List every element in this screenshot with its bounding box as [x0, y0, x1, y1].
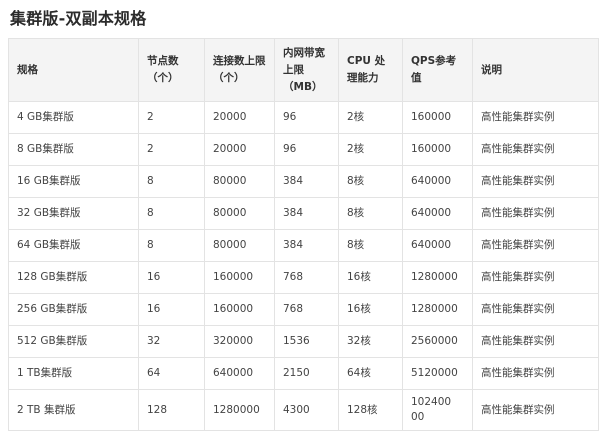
cell-qps: 10240000 — [402, 389, 473, 431]
cell-bandwidth-limit: 96 — [274, 101, 339, 134]
header-row: 规格 节点数（个） 连接数上限（个） 内网带宽上限（MB） CPU 处理能力 Q… — [8, 38, 599, 102]
table-row: 1 TB集群版 64 640000 2150 64核 5120000 高性能集群实例 — [8, 357, 599, 390]
cell-qps: 5120000 — [402, 357, 473, 390]
cell-connection-limit: 1280000 — [204, 389, 275, 431]
table-row: 16 GB集群版 8 80000 384 8核 640000 高性能集群实例 — [8, 165, 599, 198]
cell-connection-limit: 80000 — [204, 165, 275, 198]
cell-qps: 2560000 — [402, 325, 473, 358]
header-node-count: 节点数（个） — [138, 38, 205, 102]
cell-connection-limit: 20000 — [204, 101, 275, 134]
cell-qps-wrapped: 10240000 — [411, 396, 452, 423]
cell-description: 高性能集群实例 — [472, 133, 599, 166]
cell-spec: 512 GB集群版 — [8, 325, 139, 358]
cell-connection-limit: 160000 — [204, 261, 275, 294]
cell-qps: 160000 — [402, 133, 473, 166]
cell-node-count: 128 — [138, 389, 205, 431]
cell-bandwidth-limit: 96 — [274, 133, 339, 166]
cell-spec: 128 GB集群版 — [8, 261, 139, 294]
cell-connection-limit: 640000 — [204, 357, 275, 390]
table-row: 2 TB 集群版 128 1280000 4300 128核 10240000 高性能集群实… — [8, 389, 599, 431]
cell-spec: 32 GB集群版 — [8, 197, 139, 230]
cell-node-count: 8 — [138, 197, 205, 230]
cell-description: 高性能集群实例 — [472, 357, 599, 390]
cell-qps: 1280000 — [402, 261, 473, 294]
cell-connection-limit: 80000 — [204, 197, 275, 230]
cell-cpu: 16核 — [338, 293, 403, 326]
header-description: 说明 — [472, 38, 599, 102]
cell-node-count: 32 — [138, 325, 205, 358]
table-row: 8 GB集群版 2 20000 96 2核 160000 高性能集群实例 — [8, 133, 599, 166]
cell-description: 高性能集群实例 — [472, 325, 599, 358]
cell-spec: 64 GB集群版 — [8, 229, 139, 262]
cell-cpu: 2核 — [338, 133, 403, 166]
header-qps: QPS参考值 — [402, 38, 473, 102]
cell-description: 高性能集群实例 — [472, 389, 599, 431]
table-row: 256 GB集群版 16 160000 768 16核 1280000 高性能集群实例 — [8, 293, 599, 326]
table-body: 4 GB集群版 2 20000 96 2核 160000 高性能集群实例 8 GB集群版 2 20… — [8, 101, 599, 431]
cell-cpu: 64核 — [338, 357, 403, 390]
cell-bandwidth-limit: 384 — [274, 229, 339, 262]
cell-description: 高性能集群实例 — [472, 261, 599, 294]
cell-bandwidth-limit: 768 — [274, 293, 339, 326]
cell-cpu: 8核 — [338, 229, 403, 262]
cell-spec: 2 TB 集群版 — [8, 389, 139, 431]
cell-node-count: 16 — [138, 261, 205, 294]
header-bandwidth-limit: 内网带宽上限（MB） — [274, 38, 339, 102]
table-row: 32 GB集群版 8 80000 384 8核 640000 高性能集群实例 — [8, 197, 599, 230]
cell-spec: 256 GB集群版 — [8, 293, 139, 326]
cell-node-count: 64 — [138, 357, 205, 390]
cell-spec: 8 GB集群版 — [8, 133, 139, 166]
cell-qps: 640000 — [402, 197, 473, 230]
table-row: 512 GB集群版 32 320000 1536 32核 2560000 高性能集群实例 — [8, 325, 599, 358]
cell-cpu: 32核 — [338, 325, 403, 358]
cell-node-count: 2 — [138, 101, 205, 134]
table-row: 4 GB集群版 2 20000 96 2核 160000 高性能集群实例 — [8, 101, 599, 134]
cell-cpu: 8核 — [338, 197, 403, 230]
cell-description: 高性能集群实例 — [472, 165, 599, 198]
cell-spec: 1 TB集群版 — [8, 357, 139, 390]
cell-spec: 16 GB集群版 — [8, 165, 139, 198]
cell-qps: 1280000 — [402, 293, 473, 326]
cell-description: 高性能集群实例 — [472, 293, 599, 326]
cell-qps: 640000 — [402, 229, 473, 262]
page-title: 集群版-双副本规格 — [10, 9, 147, 28]
cell-connection-limit: 20000 — [204, 133, 275, 166]
cell-connection-limit: 160000 — [204, 293, 275, 326]
cell-node-count: 16 — [138, 293, 205, 326]
cell-spec: 4 GB集群版 — [8, 101, 139, 134]
cell-bandwidth-limit: 768 — [274, 261, 339, 294]
cell-cpu: 2核 — [338, 101, 403, 134]
cell-bandwidth-limit: 384 — [274, 197, 339, 230]
header-cpu: CPU 处理能力 — [338, 38, 403, 102]
spec-table: 规格 节点数（个） 连接数上限（个） 内网带宽上限（MB） CPU 处理能力 Q… — [8, 38, 599, 431]
cell-description: 高性能集群实例 — [472, 101, 599, 134]
cell-description: 高性能集群实例 — [472, 197, 599, 230]
cell-qps: 160000 — [402, 101, 473, 134]
cell-qps: 640000 — [402, 165, 473, 198]
cell-connection-limit: 320000 — [204, 325, 275, 358]
cell-bandwidth-limit: 1536 — [274, 325, 339, 358]
cell-connection-limit: 80000 — [204, 229, 275, 262]
cell-cpu: 128核 — [338, 389, 403, 431]
cell-bandwidth-limit: 2150 — [274, 357, 339, 390]
cell-bandwidth-limit: 4300 — [274, 389, 339, 431]
header-spec: 规格 — [8, 38, 139, 102]
cell-bandwidth-limit: 384 — [274, 165, 339, 198]
cell-description: 高性能集群实例 — [472, 229, 599, 262]
cell-node-count: 8 — [138, 229, 205, 262]
header-connection-limit: 连接数上限（个） — [204, 38, 275, 102]
table-header: 规格 节点数（个） 连接数上限（个） 内网带宽上限（MB） CPU 处理能力 Q… — [8, 38, 599, 102]
cell-cpu: 16核 — [338, 261, 403, 294]
cell-cpu: 8核 — [338, 165, 403, 198]
table-row: 128 GB集群版 16 160000 768 16核 1280000 高性能集群实例 — [8, 261, 599, 294]
cell-node-count: 2 — [138, 133, 205, 166]
cell-node-count: 8 — [138, 165, 205, 198]
table-row: 64 GB集群版 8 80000 384 8核 640000 高性能集群实例 — [8, 229, 599, 262]
